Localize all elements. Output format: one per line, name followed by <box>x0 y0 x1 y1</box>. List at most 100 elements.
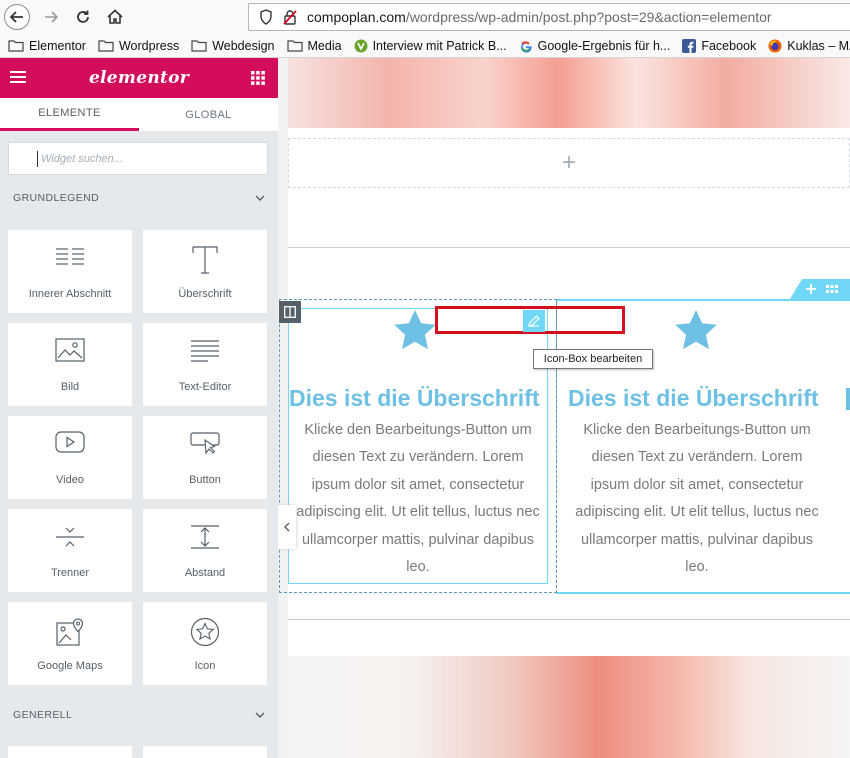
bookmark-label: Google-Ergebnis für h... <box>537 38 671 53</box>
hamburger-icon <box>10 71 26 83</box>
edit-icon-box-button[interactable] <box>523 310 545 332</box>
bookmark-label: Interview mit Patrick B... <box>372 38 507 53</box>
bookmarks-bar: Elementor Wordpress Webdesign Media Inte… <box>0 34 850 58</box>
bookmark-facebook[interactable]: Facebook <box>682 38 756 53</box>
section-outline-top <box>556 299 850 301</box>
widget-label: Abstand <box>184 567 226 579</box>
bookmark-wordpress[interactable]: Wordpress <box>98 39 179 53</box>
icon-box-description-1[interactable]: Klicke den Bearbeitungs-Button um diesen… <box>278 417 558 581</box>
bookmark-label: Wordpress <box>118 38 180 53</box>
icon-box-star-1[interactable] <box>392 308 438 359</box>
text-editor-icon <box>191 340 219 362</box>
widget-image[interactable]: Bild <box>8 323 132 406</box>
bookmark-label: Elementor <box>29 38 86 53</box>
widget-partial[interactable] <box>143 746 267 758</box>
widget-heading[interactable]: Überschrift <box>143 230 267 313</box>
widget-icon[interactable]: Icon <box>143 602 267 685</box>
text-line: Klicke den Bearbeitungs-Button um <box>583 422 811 438</box>
icon-box-title-2[interactable]: Dies ist die Überschrift <box>568 385 819 412</box>
folder-icon <box>98 40 114 52</box>
widgets-grid-button[interactable] <box>251 71 265 90</box>
category-generell[interactable]: GENERELL <box>13 709 265 721</box>
grid-icon <box>251 71 265 85</box>
text-line: diesen Text zu verändern. Lorem <box>312 449 524 466</box>
widget-label: Trenner <box>50 567 90 579</box>
category-title: GENERELL <box>13 709 73 721</box>
text-line: Klicke den Bearbeitungs-Button um <box>304 422 532 438</box>
forward-button[interactable] <box>38 4 64 30</box>
category-title: GRUNDLEGEND <box>13 192 100 204</box>
widget-spacer[interactable]: Abstand <box>143 509 267 592</box>
video-icon <box>55 431 85 453</box>
folder-icon <box>286 40 303 52</box>
url-domain: compoplan.com <box>307 9 406 25</box>
widget-label: Button <box>189 474 221 486</box>
bookmark-google[interactable]: Google-Ergebnis für h... <box>519 38 671 53</box>
back-button[interactable] <box>4 4 30 30</box>
widget-text-editor[interactable]: Text-Editor <box>143 323 267 406</box>
widget-google-maps[interactable]: Google Maps <box>8 602 132 685</box>
widget-label: Überschrift <box>178 288 232 300</box>
bookmark-interview[interactable]: Interview mit Patrick B... <box>354 39 507 53</box>
section-outline-bottom <box>556 592 850 594</box>
reload-button[interactable] <box>70 4 96 30</box>
star-icon <box>190 617 220 647</box>
widget-label: Video <box>56 474 84 486</box>
drag-handle-icon <box>826 285 838 293</box>
widget-divider[interactable]: Trenner <box>8 509 132 592</box>
arrow-right-icon <box>45 11 59 23</box>
home-button[interactable] <box>102 4 128 30</box>
reload-icon <box>77 10 89 23</box>
chevron-down-icon <box>255 712 265 718</box>
search-placeholder: Widget suchen... <box>41 152 123 165</box>
bookmark-webdesign[interactable]: Webdesign <box>191 38 275 53</box>
bookmark-label: Kuklas – MADAM <box>787 38 850 53</box>
text-line: ipsum dolor sit amet, consectetur <box>311 476 525 493</box>
add-icon <box>806 284 816 294</box>
elementor-logo: elementor <box>88 68 190 88</box>
tab-global[interactable]: GLOBAL <box>139 98 278 131</box>
text-line: leo. <box>406 559 430 576</box>
widget-partial[interactable] <box>8 746 132 758</box>
bookmark-label: Webdesign <box>212 38 275 53</box>
tab-elemente[interactable]: ELEMENTE <box>0 98 139 131</box>
column-handle[interactable] <box>279 301 301 323</box>
widget-inner-section[interactable]: Innerer Abschnitt <box>8 230 132 313</box>
url-bar[interactable]: compoplan.com/wordpress/wp-admin/post.ph… <box>248 3 850 31</box>
bookmark-label: Media <box>307 38 342 53</box>
icon-box-description-2[interactable]: Klicke den Bearbeitungs-Button um diesen… <box>557 417 837 581</box>
category-grundlegend[interactable]: GRUNDLEGEND <box>13 192 265 204</box>
text-line: diesen Text zu verändern. Lorem <box>591 449 803 466</box>
column-icon <box>284 306 296 318</box>
google-maps-icon <box>56 618 84 646</box>
section-handles[interactable] <box>790 279 850 299</box>
flower-header-image <box>288 58 850 128</box>
widget-video[interactable]: Video <box>8 416 132 499</box>
widget-button[interactable]: Button <box>143 416 267 499</box>
icon-box-title-1[interactable]: Dies ist die Überschrift <box>289 385 540 412</box>
icon-box-star-2[interactable] <box>673 308 719 359</box>
preview-canvas: + Dies ist die Überschrift Klicke den Be… <box>278 58 850 758</box>
arrow-left-icon <box>9 11 23 23</box>
folder-icon <box>191 40 207 52</box>
add-section-area[interactable]: + <box>288 138 850 188</box>
panel-tabs: ELEMENTE GLOBAL <box>0 98 278 131</box>
widget-label: Bild <box>60 381 80 393</box>
facebook-icon <box>682 38 697 53</box>
widget-search-input[interactable]: Widget suchen... <box>8 142 268 175</box>
bookmark-elementor[interactable]: Elementor <box>8 39 86 53</box>
image-icon <box>55 338 85 362</box>
bookmark-media[interactable]: Media <box>286 38 342 53</box>
text-line: leo. <box>685 559 709 576</box>
widget-label: Text-Editor <box>178 381 232 393</box>
pencil-icon <box>528 315 540 327</box>
star-icon <box>675 310 717 350</box>
bookmark-kuklas[interactable]: Kuklas – MADAM <box>768 39 850 53</box>
flower-footer-image <box>288 656 850 758</box>
section-divider <box>288 247 850 248</box>
url-path: /wordpress/wp-admin/post.php?post=29&act… <box>405 9 772 25</box>
hamburger-menu-button[interactable] <box>10 70 26 89</box>
v-logo-icon <box>354 39 368 52</box>
text-cursor <box>37 151 38 167</box>
edit-tooltip: Icon-Box bearbeiten <box>533 349 653 369</box>
